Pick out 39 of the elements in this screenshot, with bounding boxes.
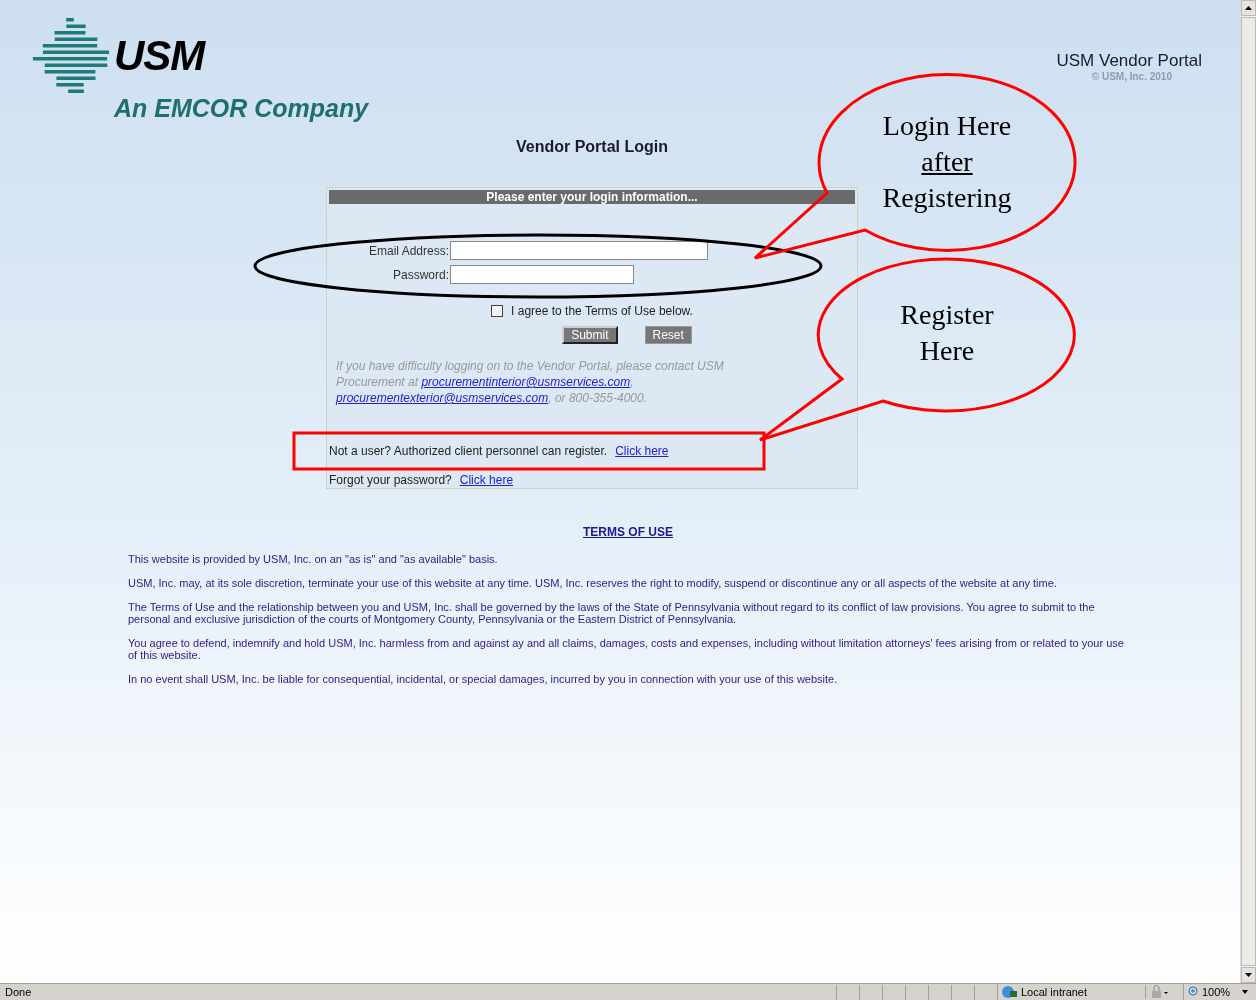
input-field[interactable]	[450, 265, 634, 284]
callout-text: after	[921, 145, 973, 179]
terms-paragraph: You agree to defend, indemnify and hold USM, Inc. harmless from and against ay and all claims, damages, costs and expenses, including without limitation attorneys' fees arising from or related to your use of this website.	[128, 637, 1125, 661]
copyright-text: © USM, Inc. 2010	[1091, 71, 1172, 84]
field-label: Email Address:	[368, 242, 449, 260]
tagline: An EMCOR Company	[114, 96, 369, 121]
zone-text: Local intranet	[1021, 984, 1088, 1000]
submit-button[interactable]: Submit	[562, 326, 618, 344]
forgot-password-text: Forgot your password?	[329, 472, 452, 489]
zoom-icon[interactable]	[1188, 986, 1200, 998]
portal-title: USM Vendor Portal	[1056, 50, 1202, 72]
forgot-password-link[interactable]: Click here	[459, 471, 514, 489]
field-label: Password:	[392, 266, 449, 284]
terms-paragraph: USM, Inc. may, at its sole discretion, terminate your use of this website at any time. USM, Inc. reserves the right to modify, suspend or discontinue any or all aspects of the website at any time.	[128, 577, 1058, 589]
callout-text: Registering	[882, 181, 1012, 215]
zoom-level[interactable]: 100%	[1202, 983, 1231, 1000]
status-text: Done	[4, 984, 33, 1000]
help-text: If you have difficulty logging on to the Vendor Portal, please contact USM Procurement at procurementinterior@usmservices.com, procurementexterior@usmservices.com, or 800-355-4000.	[336, 358, 725, 406]
callout-text: Register	[900, 298, 994, 332]
dropdown-caret-icon[interactable]	[1242, 990, 1249, 994]
network-globe-icon	[1001, 985, 1017, 999]
scroll-down-icon[interactable]	[1241, 967, 1256, 983]
terms-heading[interactable]: TERMS OF USE	[583, 523, 673, 541]
panel-heading: Please enter your login information...	[329, 190, 855, 204]
callout-text: Here	[919, 334, 975, 368]
terms-paragraph: In no event shall USM, Inc. be liable for consequential, incidental, or special damages, incurred by you in connection with your use of this website.	[128, 673, 839, 685]
logo-text: USM	[114, 35, 205, 77]
callout-text: Login Here	[882, 109, 1012, 143]
agree-label: I agree to the Terms of Use below.	[511, 303, 693, 320]
terms-paragraph: This website is provided by USM, Inc. on an "as is" and "as available" basis.	[128, 553, 499, 565]
register-text: Not a user? Authorized client personnel can register.	[329, 443, 608, 460]
lock-icon[interactable]	[1150, 985, 1168, 999]
scroll-up-icon[interactable]	[1241, 0, 1256, 16]
input-field[interactable]	[450, 241, 708, 260]
login-title: Vendor Portal Login	[516, 137, 668, 157]
register-link[interactable]: Click here	[615, 442, 669, 460]
checkbox[interactable]	[491, 305, 504, 317]
terms-paragraph: The Terms of Use and the relationship between you and USM, Inc. shall be governed by the laws of the State of Pennsylvania without regard to its conflict of law provisions. You agree to submit to the personal and exclusive jurisdiction of the courts of Montgomery County, Pennsylvania or the Eastern District of Pennsylvania.	[128, 601, 1096, 625]
reset-button[interactable]: Reset	[644, 326, 692, 344]
